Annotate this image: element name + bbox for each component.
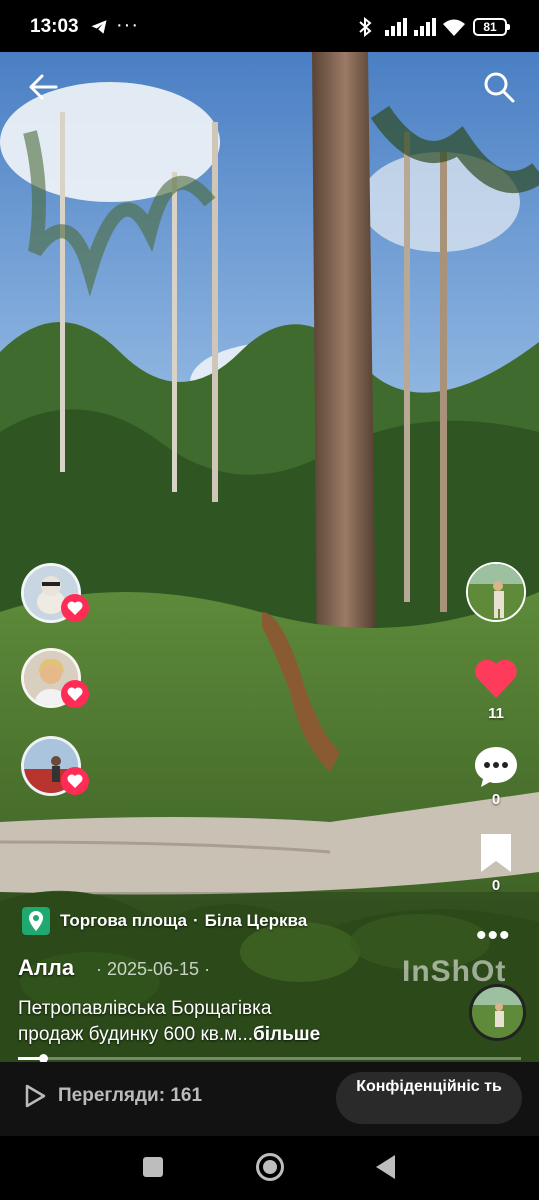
system-nav-bar [0,1136,539,1200]
author-name[interactable]: Алла [18,955,74,981]
like-badge-icon [61,767,89,795]
music-avatar-image [472,987,523,1038]
back-arrow-icon[interactable] [26,70,60,104]
status-time: 13:03 [30,16,79,37]
bookmark-icon[interactable] [473,830,519,876]
system-back-icon[interactable] [376,1155,395,1179]
inshot-watermark: InShOt [402,955,507,988]
views-counter[interactable]: Перегляди: 161 [24,1084,202,1108]
location-tag[interactable]: Торгова площа · Біла Церква [22,906,307,936]
post-date: · 2025-06-15 · [96,959,211,979]
location-pin-icon [22,907,50,935]
battery-icon: 81 [473,18,510,36]
recent-apps-icon[interactable] [143,1157,163,1177]
search-icon[interactable] [482,70,516,104]
creator-avatar-image [468,564,524,620]
more-notifications-icon: ··· [116,14,139,36]
music-disc-avatar[interactable] [469,984,526,1041]
location-separator: · [192,911,199,930]
description-line-2[interactable]: продаж будинку 600 кв.м...більше [18,1024,320,1046]
save-count: 0 [491,877,501,894]
like-heart-icon[interactable] [473,656,519,702]
like-badge-icon [61,680,89,708]
location-place: Торгова площа [60,911,187,930]
bluetooth-icon [359,17,372,37]
home-icon[interactable] [256,1153,284,1181]
video-progress-bar[interactable] [18,1054,521,1063]
bottom-bar: Перегляди: 161 Конфіденційніс ть [0,1062,539,1136]
description-text: продаж будинку 600 кв.м... [18,1024,254,1045]
play-outline-icon [25,1084,46,1108]
like-badge-icon [61,594,89,622]
privacy-button[interactable]: Конфіденційніс ть [336,1072,522,1124]
more-link[interactable]: більше [253,1024,320,1045]
views-label: Перегляди: 161 [58,1085,203,1106]
wifi-icon [443,19,465,36]
description-line-1: Петропавлівська Борщагівка [18,998,272,1019]
comment-icon[interactable] [473,743,519,789]
comment-count: 0 [491,791,501,808]
signal-icon [414,18,436,36]
battery-level: 81 [483,20,497,34]
creator-avatar[interactable] [466,562,526,622]
status-bar: 13:03 ··· 81 [0,0,539,52]
more-options-icon[interactable]: ••• [476,921,511,951]
signal-icon [385,18,407,36]
telegram-icon [91,20,107,34]
like-count: 11 [488,705,504,722]
location-city: Біла Церква [204,911,308,930]
